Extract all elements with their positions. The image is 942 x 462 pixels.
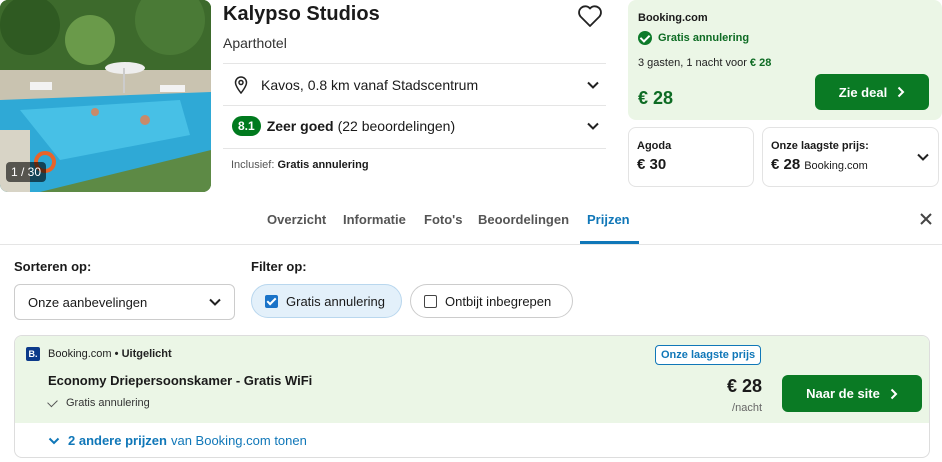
rating-row[interactable]: 8.1 Zeer goed (22 beoordelingen) [223, 106, 606, 146]
deal-guests-text: 3 gasten, 1 nacht voor [638, 57, 747, 69]
chevron-down-icon [587, 81, 599, 89]
sort-label: Sorteren op: [14, 259, 92, 274]
filter-option-label: Ontbijt inbegrepen [445, 293, 552, 309]
tab-prijzen[interactable]: Prijzen [587, 212, 630, 227]
tab-overzicht[interactable]: Overzicht [267, 212, 326, 227]
sort-select[interactable]: Onze aanbevelingen [14, 284, 235, 320]
offer-free-cancellation: Gratis annulering [47, 396, 150, 409]
chevron-down-icon [917, 153, 929, 161]
offer-card: B. Booking.com • Uitgelicht Onze laagste… [14, 335, 930, 458]
view-deal-label: Zie deal [838, 84, 888, 100]
offer-per-night: /nacht [732, 402, 762, 414]
tab-informatie[interactable]: Informatie [343, 212, 406, 227]
chevron-down-icon [48, 437, 60, 444]
tab-fotos[interactable]: Foto's [424, 212, 462, 227]
hotel-name: Kalypso Studios [223, 3, 380, 25]
agoda-price: € 30 [637, 156, 667, 173]
sort-value: Onze aanbevelingen [28, 294, 148, 310]
booking-logo-icon: B. [26, 347, 40, 361]
top-deal-box: Booking.com Gratis annulering 3 gasten, … [628, 0, 942, 120]
offer-site-name: Booking.com [48, 348, 112, 360]
offer-cancel-text: Gratis annulering [66, 397, 150, 409]
location-row[interactable]: Kavos, 0.8 km vanaf Stadscentrum [223, 64, 606, 105]
location-text: Kavos, 0.8 km vanaf Stadscentrum [261, 76, 479, 93]
chevron-down-icon [209, 298, 221, 306]
deal-cancel-text: Gratis annulering [658, 32, 750, 44]
rating-count: (22 beoordelingen) [337, 118, 456, 134]
included-value: Gratis annulering [277, 159, 369, 171]
view-deal-button[interactable]: Zie deal [815, 74, 929, 110]
rating-score-badge: 8.1 [232, 116, 261, 136]
checkmark-icon [47, 396, 58, 407]
filter-free-cancellation[interactable]: Gratis annulering [251, 284, 402, 318]
lowest-price-badge: Onze laagste prijs [655, 345, 762, 365]
tab-beoordelingen[interactable]: Beoordelingen [478, 212, 569, 227]
checkbox-icon[interactable] [424, 294, 437, 308]
included-info: Inclusief: Gratis annulering [231, 159, 369, 171]
room-name: Economy Driepersoonskamer - Gratis WiFi [48, 373, 313, 388]
active-tab-indicator [580, 241, 639, 244]
offer-price: € 28 [726, 376, 762, 396]
go-to-site-label: Naar de site [806, 386, 880, 401]
agoda-site-name: Agoda [637, 140, 672, 152]
offer-site: Booking.com • Uitgelicht [48, 348, 172, 360]
chevron-down-icon [587, 122, 599, 130]
more-prices-text: van Booking.com tonen [170, 433, 307, 448]
filter-label: Filter op: [251, 259, 307, 274]
chevron-right-icon [890, 388, 898, 399]
check-circle-icon [638, 31, 652, 45]
checkbox-checked-icon[interactable] [265, 294, 278, 308]
deal-guests-info: 3 gasten, 1 nacht voor € 28 [638, 57, 771, 69]
lowest-price: € 28 [771, 156, 801, 173]
hotel-type: Aparthotel [223, 35, 287, 51]
filter-breakfast-included[interactable]: Ontbijt inbegrepen [410, 284, 573, 318]
rating-label: Zeer goed [266, 118, 334, 134]
filter-option-label: Gratis annulering [286, 293, 385, 309]
more-prices-count: 2 andere prijzen [68, 433, 167, 448]
close-icon[interactable] [918, 211, 934, 227]
heart-icon [578, 5, 602, 27]
lowest-price-site: Booking.com [804, 160, 868, 172]
tab-bar: Overzicht Informatie Foto's Beoordelinge… [0, 198, 942, 245]
lowest-price-box[interactable]: Onze laagste prijs: € 28 Booking.com [762, 127, 939, 187]
lowest-price-label: Onze laagste prijs: [771, 140, 869, 152]
hotel-photo[interactable]: 1 / 30 [0, 0, 211, 192]
lowest-price-row: € 28 Booking.com [771, 156, 868, 173]
location-pin-icon [234, 75, 248, 94]
favorite-button[interactable] [577, 4, 603, 28]
chevron-right-icon [897, 86, 905, 98]
deal-free-cancellation: Gratis annulering [638, 31, 749, 45]
photo-counter: 1 / 30 [6, 162, 47, 182]
offer-card-top: B. Booking.com • Uitgelicht Onze laagste… [15, 336, 929, 423]
deal-guests-price: € 28 [749, 57, 772, 69]
deal-site-name: Booking.com [638, 12, 708, 24]
go-to-site-button[interactable]: Naar de site [782, 375, 922, 412]
offer-tag: • Uitgelicht [114, 348, 172, 360]
agoda-price-box[interactable]: Agoda € 30 [628, 127, 754, 187]
included-prefix: Inclusief: [231, 159, 275, 171]
deal-price: € 28 [638, 88, 674, 108]
divider [223, 148, 606, 149]
show-more-prices-link[interactable]: 2 andere prijzen van Booking.com tonen [48, 433, 307, 448]
